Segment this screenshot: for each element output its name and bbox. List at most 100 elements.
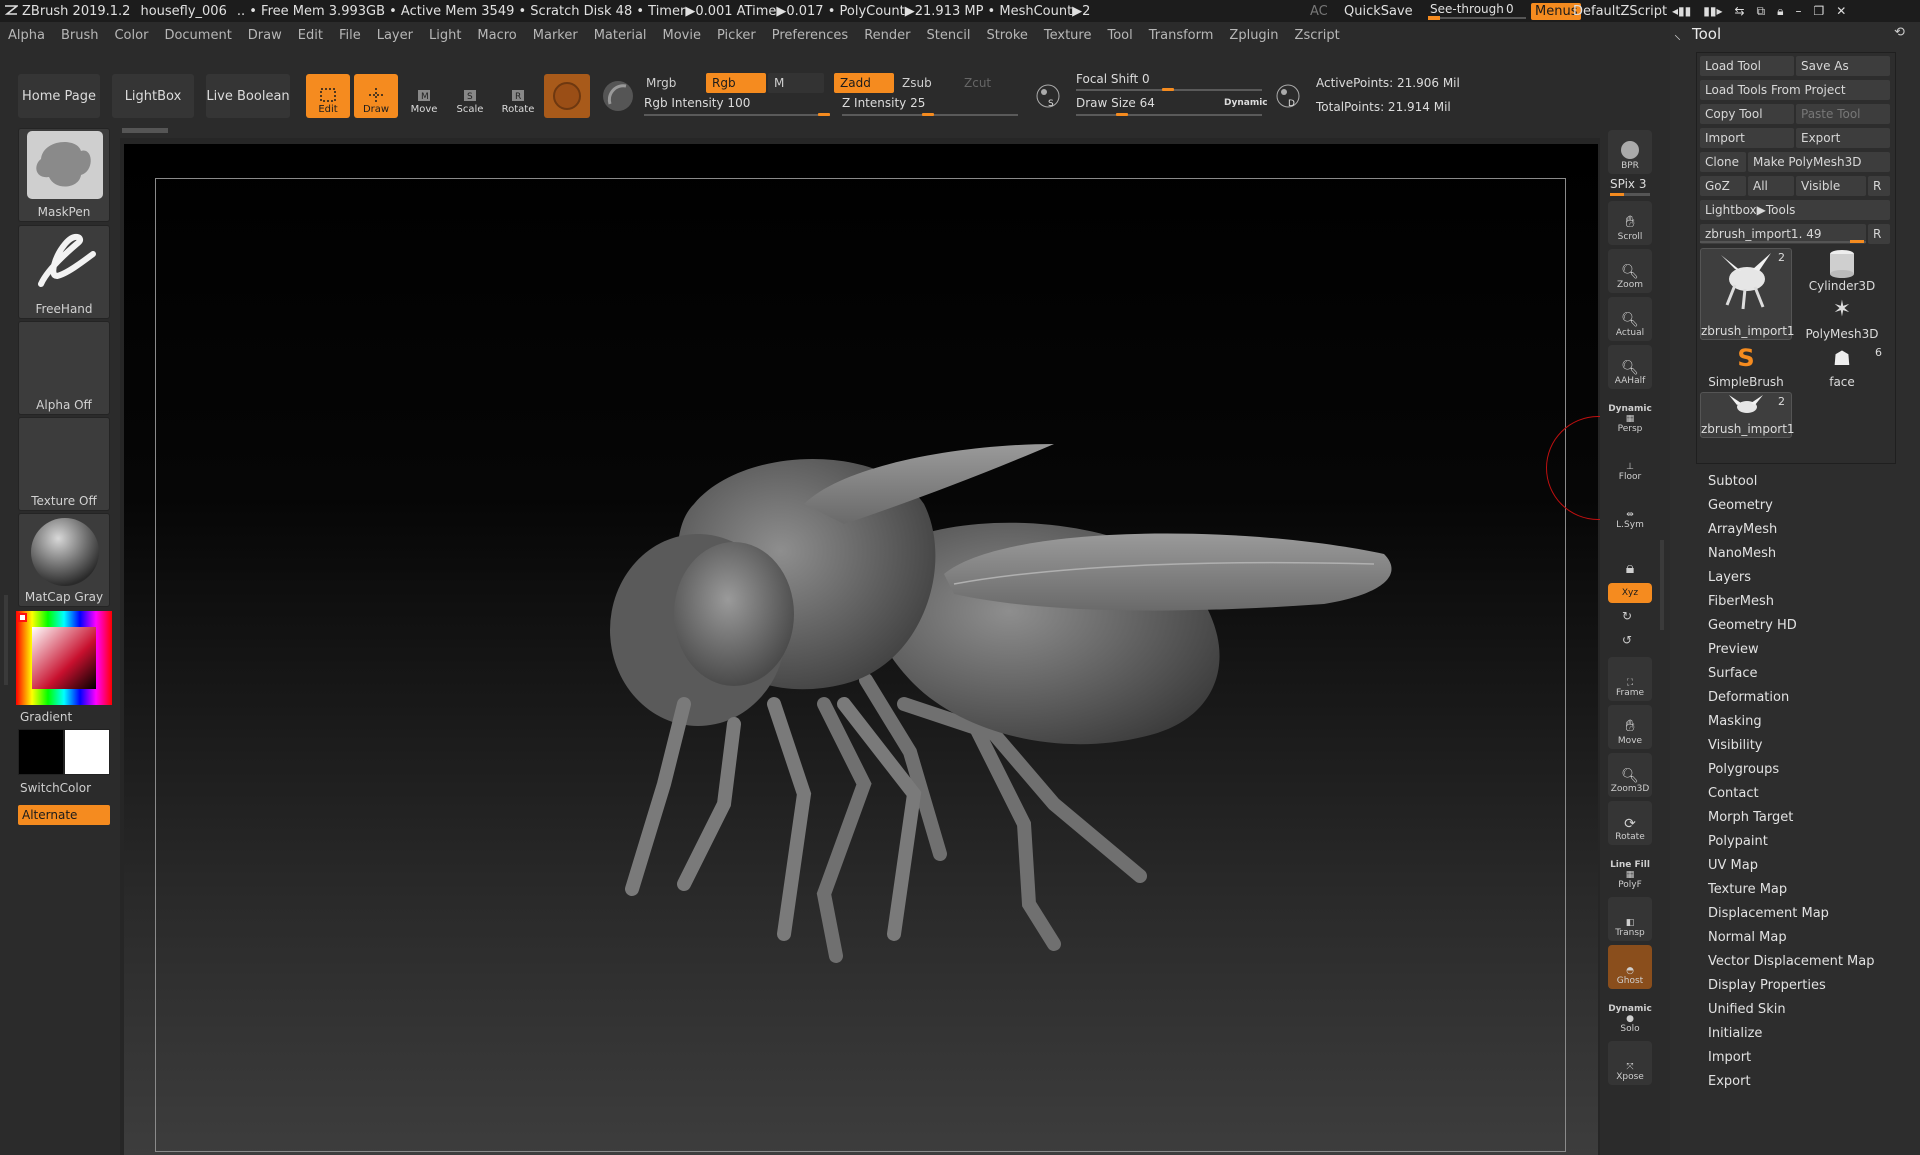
subpalette-display-properties[interactable]: Display Properties (1708, 974, 1826, 998)
actual-button[interactable]: 🔍︎ Actual (1608, 297, 1652, 341)
subpalette-layers[interactable]: Layers (1708, 566, 1751, 590)
main-color-swatch[interactable] (18, 729, 64, 775)
menu-brush[interactable]: Brush (53, 25, 107, 47)
transp-button[interactable]: ◧ Transp (1608, 897, 1652, 941)
subpalette-displacement-map[interactable]: Displacement Map (1708, 902, 1829, 926)
left-scroll-handle[interactable] (4, 595, 8, 685)
rgb-toggle[interactable]: Rgb (706, 73, 766, 93)
subpalette-subtool[interactable]: Subtool (1708, 470, 1757, 494)
menu-transform[interactable]: Transform (1141, 25, 1222, 47)
draw-size-slider[interactable]: Draw Size 64 Dynamic (1076, 96, 1268, 116)
tool-thumb-face[interactable]: ☗ 6 face (1796, 344, 1888, 390)
subpalette-masking[interactable]: Masking (1708, 710, 1762, 734)
subpalette-geometry-hd[interactable]: Geometry HD (1708, 614, 1797, 638)
lightbox-button[interactable]: LightBox (112, 74, 194, 118)
lock-camera-button[interactable]: 🔒︎ (1608, 537, 1652, 581)
subpalette-uv-map[interactable]: UV Map (1708, 854, 1758, 878)
switchcolor-button[interactable]: SwitchColor (20, 781, 91, 795)
goz-r-button[interactable]: R (1868, 176, 1890, 196)
scale-mode-button[interactable]: S Scale (448, 74, 492, 118)
subpalette-arraymesh[interactable]: ArrayMesh (1708, 518, 1777, 542)
tool-thumb-cylinder3d[interactable]: Cylinder3D (1796, 248, 1888, 294)
subpalette-export[interactable]: Export (1708, 1070, 1751, 1094)
quicksave-button[interactable]: QuickSave (1344, 4, 1413, 19)
subpalette-preview[interactable]: Preview (1708, 638, 1759, 662)
menu-material[interactable]: Material (586, 25, 655, 47)
spix-slider[interactable]: SPix 3 (1610, 177, 1650, 197)
subpalette-polygroups[interactable]: Polygroups (1708, 758, 1779, 782)
export-tool-button[interactable]: Export (1796, 128, 1890, 148)
frame-button[interactable]: ⛶ Frame (1608, 657, 1652, 701)
lsym-button[interactable]: ⇹ L.Sym (1608, 489, 1652, 533)
subpalette-geometry[interactable]: Geometry (1708, 494, 1773, 518)
move-view-button[interactable]: ✋︎ Move (1608, 705, 1652, 749)
zoom3d-button[interactable]: 🔍︎ Zoom3D (1608, 753, 1652, 797)
move-mode-button[interactable]: M Move (402, 74, 446, 118)
subpalette-initialize[interactable]: Initialize (1708, 1022, 1762, 1046)
xyz-toggle[interactable]: Xyz (1608, 583, 1652, 603)
menu-file[interactable]: File (331, 25, 369, 47)
focal-shift-curve-button[interactable]: S (1032, 80, 1064, 112)
menu-movie[interactable]: Movie (655, 25, 709, 47)
menu-zscript[interactable]: Zscript (1287, 25, 1348, 47)
subpalette-normal-map[interactable]: Normal Map (1708, 926, 1787, 950)
draw-mode-button[interactable]: Draw (354, 74, 398, 118)
subpalette-deformation[interactable]: Deformation (1708, 686, 1789, 710)
subpalette-contact[interactable]: Contact (1708, 782, 1759, 806)
gradient-label[interactable]: Gradient (20, 710, 72, 724)
tool-thumb-polymesh3d[interactable]: ✶ PolyMesh3D (1796, 296, 1888, 342)
live-boolean-button[interactable]: Live Boolean (206, 74, 290, 118)
import-tool-button[interactable]: Import (1700, 128, 1794, 148)
close-icon[interactable]: ✕ (1836, 4, 1846, 18)
goz-all-button[interactable]: All (1748, 176, 1794, 196)
menu-light[interactable]: Light (421, 25, 469, 47)
aahalf-button[interactable]: 🔍︎ AAHalf (1608, 345, 1652, 389)
current-tool-slider[interactable]: zbrush_import1. 49 (1700, 224, 1866, 244)
goz-button[interactable]: GoZ (1700, 176, 1746, 196)
material-preview-button[interactable] (544, 74, 590, 118)
edit-mode-button[interactable]: Edit (306, 74, 350, 118)
tool-thumb-simplebrush[interactable]: S SimpleBrush (1700, 344, 1792, 390)
clone-button[interactable]: Clone (1700, 152, 1746, 172)
right-scroll-handle[interactable] (1660, 540, 1664, 630)
alternate-button[interactable]: Alternate (18, 805, 110, 825)
m-toggle[interactable]: M (768, 73, 824, 93)
menu-document[interactable]: Document (156, 25, 239, 47)
solo-button[interactable]: Dynamic ● Solo (1608, 993, 1652, 1037)
zsub-toggle[interactable]: Zsub (896, 73, 956, 93)
goz-visible-button[interactable]: Visible (1796, 176, 1866, 196)
stroke-selector[interactable]: FreeHand (18, 225, 110, 319)
menu-stencil[interactable]: Stencil (918, 25, 978, 47)
rgb-intensity-slider[interactable]: Rgb Intensity 100 (644, 96, 830, 116)
subpalette-nanomesh[interactable]: NanoMesh (1708, 542, 1776, 566)
focal-shift-slider[interactable]: Focal Shift 0 (1076, 72, 1262, 92)
copy-ui-icon[interactable]: ⧉ (1757, 4, 1766, 19)
menu-texture[interactable]: Texture (1036, 25, 1100, 47)
menu-tool[interactable]: Tool (1099, 25, 1140, 47)
rotate-view-button[interactable]: ⟳ Rotate (1608, 801, 1652, 845)
zadd-toggle[interactable]: Zadd (834, 73, 894, 93)
tool-pin-icon[interactable]: ⸜ (1674, 25, 1681, 44)
see-through-slider[interactable]: See-through 0 (1428, 2, 1526, 20)
subpalette-unified-skin[interactable]: Unified Skin (1708, 998, 1786, 1022)
zcut-toggle[interactable]: Zcut (958, 73, 1018, 93)
menu-stroke[interactable]: Stroke (978, 25, 1035, 47)
subpalette-polypaint[interactable]: Polypaint (1708, 830, 1768, 854)
save-as-button[interactable]: Save As (1796, 56, 1890, 76)
xpose-button[interactable]: ⤧ Xpose (1608, 1041, 1652, 1085)
menu-alpha[interactable]: Alpha (0, 25, 53, 47)
lightbox-tools-button[interactable]: Lightbox▶Tools (1700, 200, 1890, 220)
color-sphere-button[interactable] (596, 74, 640, 118)
persp-button[interactable]: Dynamic ▦ Persp (1608, 393, 1652, 437)
focal-shift-d-button[interactable]: D (1272, 80, 1304, 112)
layout-right-icon[interactable]: ▮▮▸ (1703, 4, 1722, 18)
menu-macro[interactable]: Macro (469, 25, 524, 47)
paste-tool-button[interactable]: Paste Tool (1796, 104, 1890, 124)
menu-preferences[interactable]: Preferences (764, 25, 856, 47)
tool-refresh-icon[interactable]: ⟲ (1894, 25, 1905, 40)
restore-icon[interactable]: ❐ (1814, 4, 1825, 18)
secondary-color-swatch[interactable] (64, 729, 110, 775)
scroll-button[interactable]: ✋︎ Scroll (1608, 201, 1652, 245)
menu-picker[interactable]: Picker (709, 25, 764, 47)
rotate-y-icon[interactable]: ↻ (1622, 609, 1632, 623)
